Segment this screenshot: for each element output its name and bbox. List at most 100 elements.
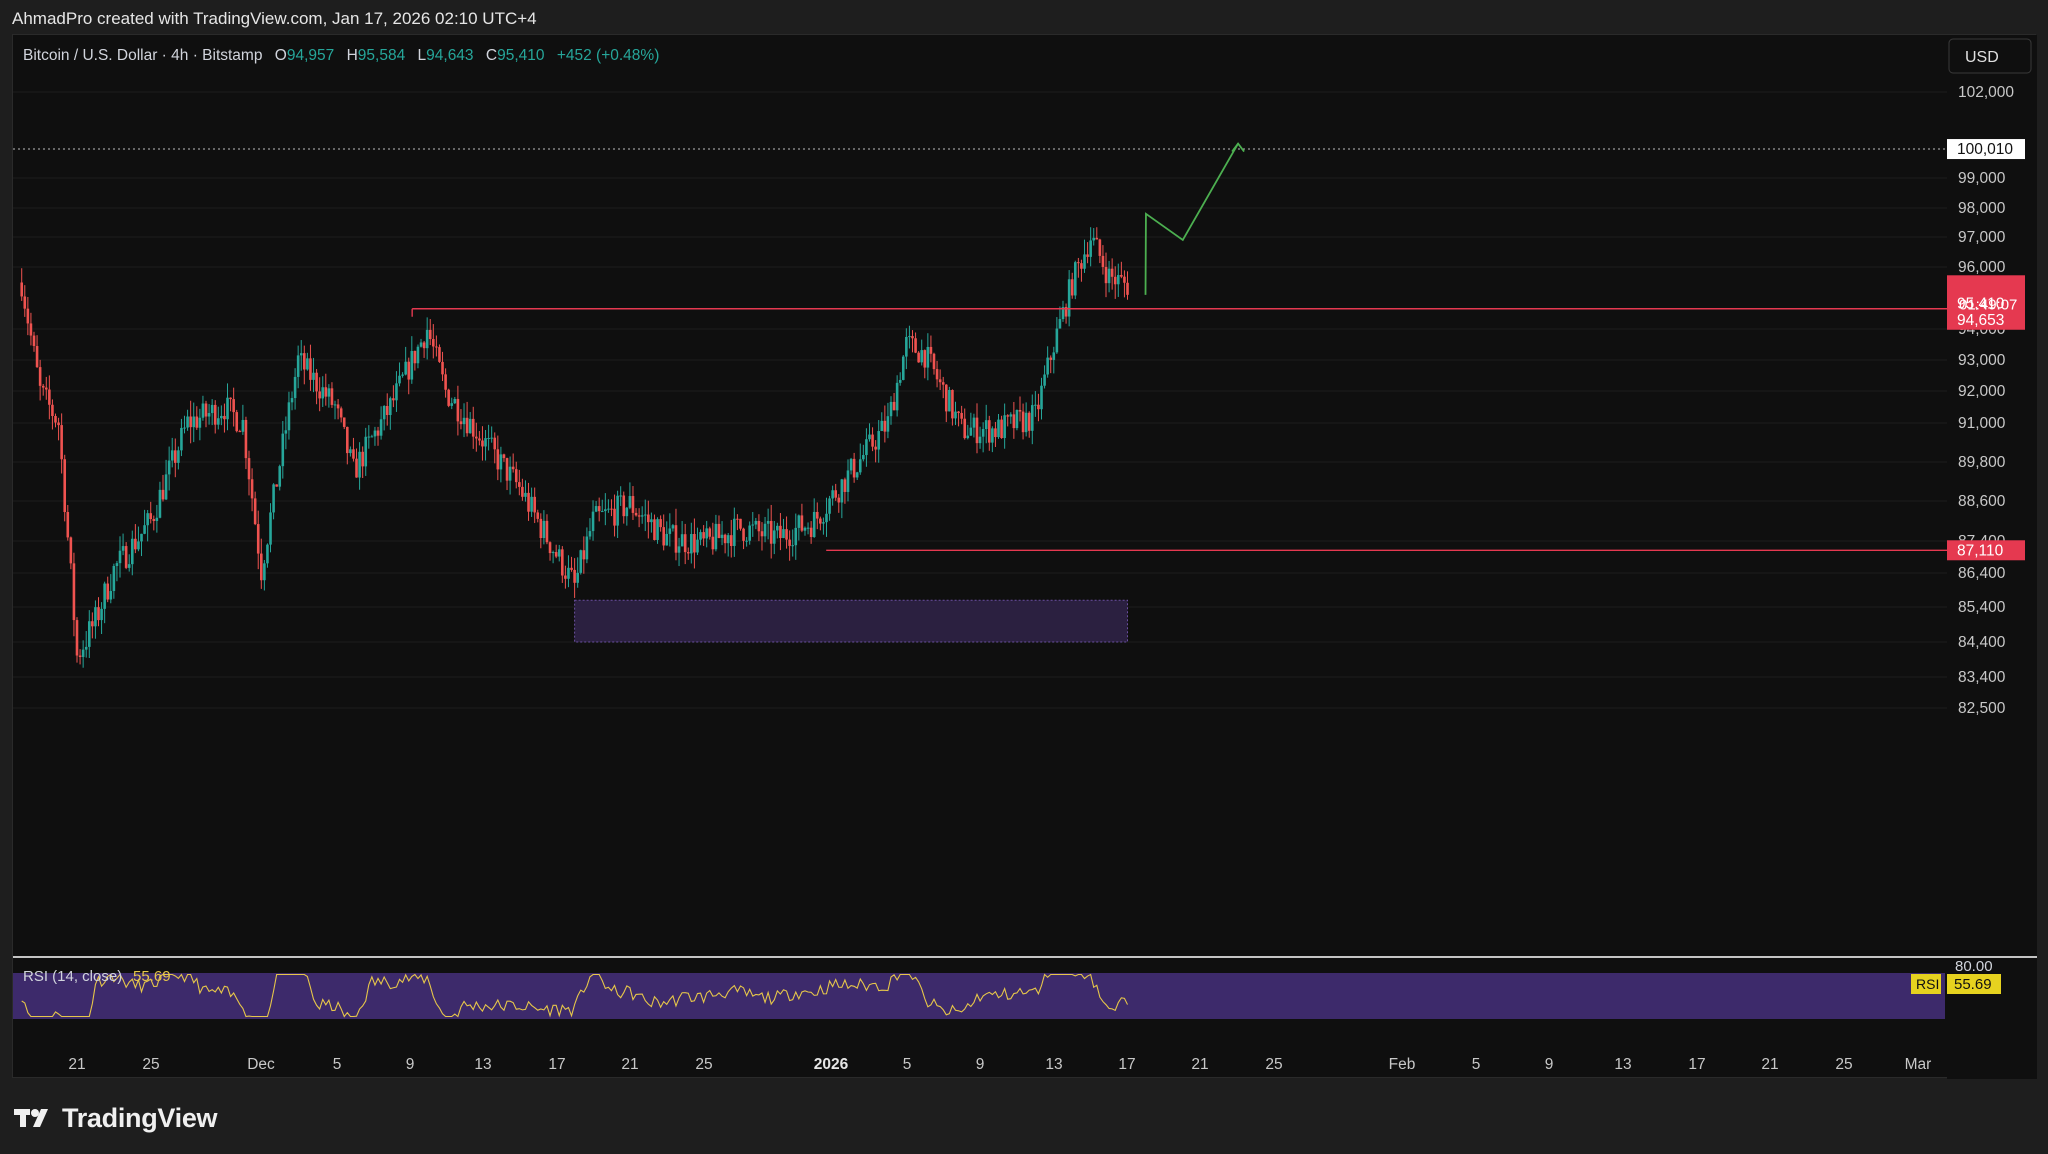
- candle-body: [1006, 415, 1010, 417]
- candle-body: [318, 391, 321, 399]
- candle-body: [413, 350, 417, 364]
- candle-body: [607, 508, 610, 510]
- candle-body: [570, 567, 573, 570]
- time-axis[interactable]: 21 25 Dec 5 9 13 17 21 25 2026 5 9 13 17 21 25 Feb 5 9 13 17…: [68, 1056, 1931, 1073]
- candle-body: [327, 388, 331, 397]
- candle-body: [41, 385, 45, 388]
- candle-body: [287, 402, 291, 431]
- candle-body: [711, 536, 715, 550]
- candle-body: [696, 539, 699, 553]
- candle-body: [407, 361, 411, 380]
- candle-body: [582, 550, 586, 560]
- candle-body: [1018, 409, 1022, 412]
- candle-body: [352, 449, 355, 459]
- support-price-badge: 87,110: [1957, 542, 2004, 559]
- candle-body: [453, 398, 457, 404]
- price-axis[interactable]: 102,00099,00098,00097,00096,00094,00093,…: [1947, 35, 2037, 1079]
- candle-body: [91, 621, 94, 627]
- rsi-pane[interactable]: RSI (14, close) 55.69 80.00 RSI 55.69: [13, 956, 2037, 1019]
- candle-body: [874, 446, 877, 450]
- candle-body: [920, 350, 924, 363]
- candle-body: [115, 563, 119, 566]
- candle-body: [714, 523, 718, 550]
- candle-body: [385, 405, 389, 416]
- demand-zone[interactable]: [574, 599, 1129, 643]
- candle-body: [1077, 262, 1080, 264]
- candle-body: [625, 507, 629, 517]
- projection-arrow[interactable]: [1144, 142, 1245, 295]
- candle-body: [281, 433, 285, 467]
- candle-body: [373, 430, 377, 437]
- candle-body: [1058, 319, 1062, 329]
- chart-canvas[interactable]: 102,00099,00098,00097,00096,00094,00093,…: [13, 35, 2037, 1079]
- candle-body: [567, 567, 570, 579]
- candle-body: [496, 449, 500, 470]
- price-tick-label: 98,000: [1958, 200, 2006, 217]
- candle-body: [683, 534, 687, 553]
- candle-body: [938, 379, 942, 383]
- candle-body: [723, 534, 727, 544]
- candle-body: [416, 346, 420, 364]
- candle-body: [44, 387, 48, 390]
- candle-body: [94, 607, 97, 627]
- candle-body: [702, 532, 705, 539]
- candle-body: [1101, 255, 1105, 267]
- currency-button[interactable]: USD: [1948, 38, 2032, 74]
- candle-body: [1098, 239, 1102, 256]
- candle-body: [984, 420, 988, 430]
- candle-body: [1080, 263, 1083, 269]
- candle-body: [729, 535, 733, 547]
- candle-body: [754, 520, 758, 525]
- candle-body: [425, 329, 429, 349]
- candle-body: [229, 397, 232, 400]
- candle-body: [674, 525, 678, 553]
- candle-body: [207, 413, 211, 417]
- candle-body: [1095, 237, 1099, 240]
- candle-body: [561, 549, 564, 576]
- candle-body: [868, 434, 871, 440]
- top-bar: AhmadPro created with TradingView.com, J…: [0, 0, 2048, 34]
- candle-body: [917, 352, 920, 363]
- time-tick-label: 9: [1545, 1056, 1554, 1073]
- candle-body: [1052, 352, 1056, 360]
- high-label: H: [347, 47, 358, 64]
- currency-label[interactable]: USD: [1965, 49, 1999, 66]
- open-label: O: [275, 47, 287, 64]
- candle-body: [791, 545, 794, 547]
- resistance-price-badge: 94,653: [1957, 312, 2004, 329]
- candle-body: [505, 458, 509, 481]
- projection-arrowhead: [1231, 142, 1245, 153]
- candle-body: [321, 387, 325, 399]
- price-change: +452 (+0.48%): [557, 47, 660, 64]
- rsi-band: [13, 973, 1945, 1019]
- candle-body: [1046, 357, 1049, 375]
- candle-body: [530, 496, 533, 512]
- candle-body: [216, 418, 220, 425]
- candle-body: [459, 421, 463, 425]
- candle-body: [324, 387, 328, 397]
- candle-body: [812, 511, 816, 538]
- time-tick-label: 25: [1265, 1056, 1282, 1073]
- candle-body: [309, 358, 312, 380]
- candle-body: [118, 550, 122, 564]
- candle-body: [63, 459, 67, 513]
- horizontal-levels[interactable]: [13, 148, 1947, 551]
- candle-body: [367, 436, 371, 438]
- time-tick-label: 9: [976, 1056, 985, 1073]
- candle-body: [576, 572, 579, 583]
- candle-body: [619, 495, 622, 497]
- time-tick-label: 21: [621, 1056, 638, 1073]
- time-tick-label: Dec: [247, 1056, 275, 1073]
- candle-body: [941, 382, 945, 385]
- time-tick-label: 13: [1045, 1056, 1062, 1073]
- candle-body: [997, 419, 1000, 438]
- candle-body: [736, 518, 739, 520]
- candle-body: [862, 455, 865, 460]
- candle-body: [539, 518, 543, 539]
- candle-body: [852, 458, 856, 478]
- candle-body: [75, 620, 79, 656]
- candle-body: [312, 372, 315, 380]
- chart-panel[interactable]: 102,00099,00098,00097,00096,00094,00093,…: [12, 34, 2037, 1079]
- candle-body: [87, 621, 91, 647]
- rsi-axis-label: 80.00: [1955, 958, 1993, 975]
